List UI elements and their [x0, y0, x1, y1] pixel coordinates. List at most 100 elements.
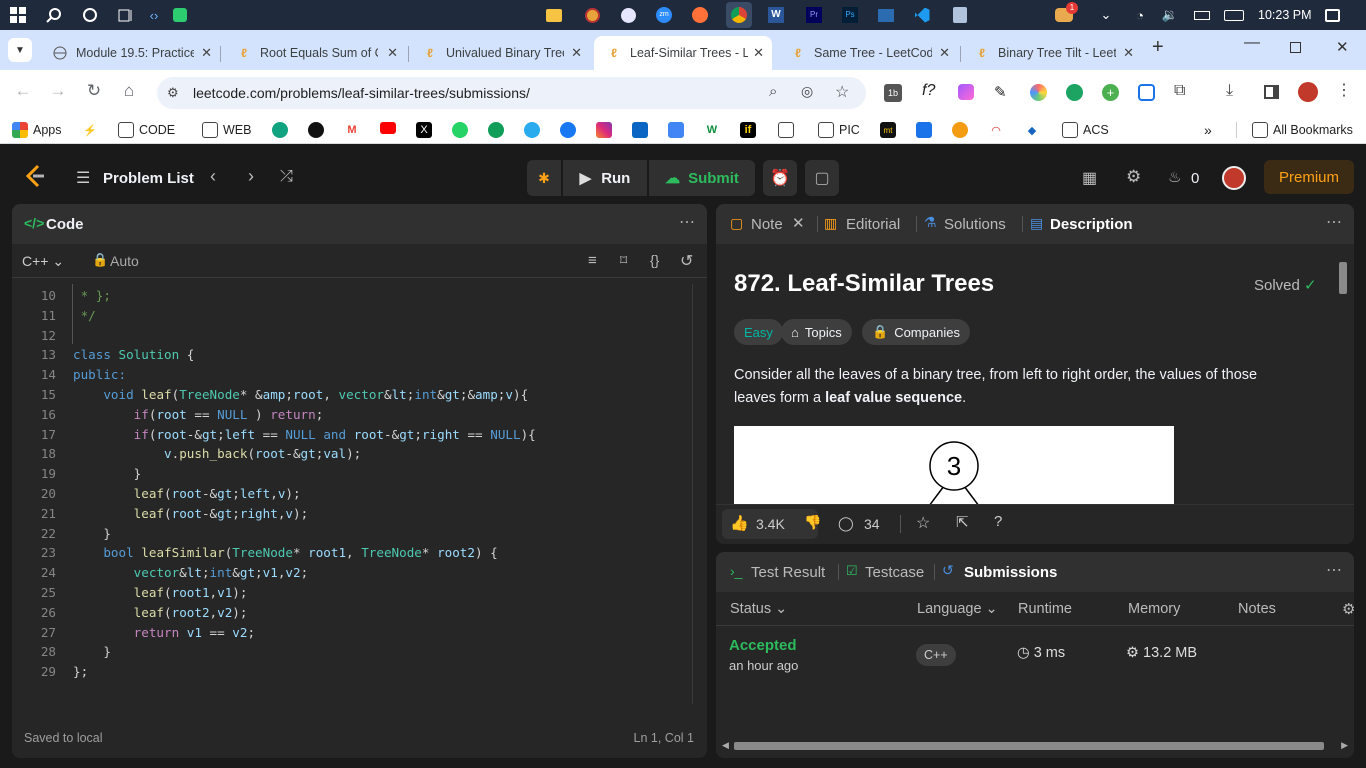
timer-icon[interactable]: ⏰: [763, 160, 797, 196]
taskbar-clock[interactable]: 10:23 PM: [1258, 8, 1312, 22]
next-problem-chevron-icon[interactable]: ›: [248, 166, 254, 187]
firefox-icon[interactable]: [690, 5, 710, 25]
code-line[interactable]: 17 if(root-&gt;left == NULL and root-&gt…: [12, 425, 536, 445]
tab-solutions[interactable]: Solutions: [944, 216, 1006, 233]
share-icon[interactable]: ⇱: [956, 513, 969, 531]
bookmark-apps[interactable]: Apps: [12, 122, 62, 138]
word-icon[interactable]: W: [766, 5, 786, 25]
more-options-icon[interactable]: ⋯: [1326, 560, 1342, 580]
profile-avatar[interactable]: [1298, 82, 1318, 102]
debug-bug-icon[interactable]: ✱: [527, 160, 561, 196]
column-settings-gear-icon[interactable]: ⚙: [1342, 600, 1354, 618]
settings-gear-icon[interactable]: ⚙: [1126, 167, 1141, 187]
premium-button[interactable]: Premium: [1264, 160, 1354, 194]
tab-root-equals-sum[interactable]: ℓ Root Equals Sum of C ✕: [224, 36, 406, 70]
submit-button[interactable]: ☁ Submit: [649, 160, 755, 196]
code-line[interactable]: 23 bool leafSimilar(TreeNode* root1, Tre…: [12, 543, 498, 563]
close-note-icon[interactable]: ✕: [792, 214, 805, 232]
bookmark-folder-pic[interactable]: PIC: [818, 122, 860, 138]
download-icon[interactable]: ⤓: [1226, 82, 1233, 100]
action-center-icon[interactable]: [1322, 5, 1342, 25]
formula-extension-icon[interactable]: f?: [922, 82, 935, 100]
bookmark-github[interactable]: [308, 122, 329, 138]
bookmark-folder-code[interactable]: CODE: [118, 122, 175, 138]
more-options-icon[interactable]: ⋯: [1326, 212, 1342, 232]
add-extension-icon[interactable]: +: [1102, 84, 1119, 101]
user-avatar[interactable]: [1222, 166, 1246, 190]
code-line[interactable]: 28 }: [12, 642, 111, 662]
tab-note[interactable]: Note: [751, 216, 783, 233]
tab-univalued-binary-tree[interactable]: ℓ Univalued Binary Tree ✕: [410, 36, 590, 70]
language-select[interactable]: C++ ⌄: [22, 253, 64, 270]
comment-icon[interactable]: ◯: [838, 515, 854, 532]
shuffle-icon[interactable]: ⤮: [280, 168, 293, 186]
file-explorer-icon[interactable]: [544, 5, 564, 25]
like-button[interactable]: 👍 3.4K 👎: [722, 509, 821, 539]
submission-status[interactable]: Accepted: [729, 637, 797, 654]
bookmark-facebook[interactable]: [560, 122, 581, 138]
bookmark-speed[interactable]: ◠: [988, 122, 1009, 138]
site-info-icon[interactable]: ⚙: [167, 85, 179, 101]
bookmark-linkedin[interactable]: [632, 122, 653, 138]
bookmark-translate[interactable]: [668, 122, 689, 138]
premiere-icon[interactable]: Pr: [804, 5, 824, 25]
bookmark-mail[interactable]: [916, 122, 937, 138]
code-line[interactable]: 19 }: [12, 464, 141, 484]
chevron-up-icon[interactable]: ⌄: [1096, 5, 1116, 25]
scroll-right-icon[interactable]: ▶: [1341, 740, 1348, 751]
side-panel-icon[interactable]: [1264, 85, 1279, 99]
bookmark-folder-web[interactable]: WEB: [202, 122, 251, 138]
bookmark-gmail[interactable]: M: [344, 122, 365, 138]
close-icon[interactable]: ✕: [571, 45, 582, 61]
app-target-icon[interactable]: [582, 5, 602, 25]
vscode-icon[interactable]: [912, 5, 932, 25]
more-bookmarks-chevron-icon[interactable]: »: [1204, 122, 1212, 138]
prev-problem-chevron-icon[interactable]: ‹: [210, 166, 216, 187]
code-line[interactable]: 15 void leaf(TreeNode* &amp;root, vector…: [12, 385, 528, 405]
back-arrow-icon[interactable]: ←: [12, 81, 34, 101]
color-extension-icon[interactable]: [1030, 84, 1047, 101]
code-line[interactable]: 22 }: [12, 524, 111, 544]
table-row[interactable]: Accepted an hour ago C++ ◷ 3 ms ⚙ 13.2 M…: [716, 628, 1354, 682]
bookmark-folder-blank[interactable]: [778, 122, 799, 138]
editor-scrollbar[interactable]: [692, 284, 702, 704]
layout-grid-icon[interactable]: ▦: [1082, 168, 1097, 188]
extension-1-icon[interactable]: 1b: [884, 84, 902, 102]
bookmark-icon-1[interactable]: ⚡: [82, 122, 103, 138]
bookmark-orange[interactable]: [952, 122, 973, 138]
close-icon[interactable]: ✕: [939, 45, 950, 61]
bookmark-if[interactable]: if: [740, 122, 761, 138]
thumbs-down-icon[interactable]: 👎: [804, 514, 821, 531]
extension-gradient-icon[interactable]: [958, 84, 974, 100]
home-icon[interactable]: ⌂: [118, 81, 140, 101]
tab-description[interactable]: Description: [1050, 216, 1133, 233]
windows-start-icon[interactable]: [8, 5, 28, 25]
format-lines-icon[interactable]: ≡: [588, 252, 597, 269]
address-bar[interactable]: ⚙ leetcode.com/problems/leaf-similar-tre…: [157, 77, 866, 109]
code-line[interactable]: 25 leaf(root1,v1);: [12, 583, 248, 603]
bookmark-diamond[interactable]: ◆: [1024, 122, 1045, 138]
powershell-icon[interactable]: [876, 5, 896, 25]
more-options-icon[interactable]: ⋯: [679, 212, 695, 232]
zoom-icon[interactable]: zm: [654, 5, 674, 25]
tab-test-result[interactable]: Test Result: [751, 564, 825, 581]
code-line[interactable]: 24 vector&lt;int&gt;v1,v2;: [12, 563, 308, 583]
wifi-icon[interactable]: ◔: [1130, 5, 1150, 25]
forward-arrow-icon[interactable]: →: [47, 81, 69, 101]
bookmark-w[interactable]: W: [704, 122, 725, 138]
description-scrollbar[interactable]: [1338, 248, 1348, 504]
bookmark-x[interactable]: X: [416, 122, 437, 138]
language-column-header[interactable]: Language ⌄: [917, 601, 998, 617]
bookmark-chatgpt[interactable]: [272, 122, 293, 138]
bookmark-instagram[interactable]: [596, 122, 617, 138]
bookmark-star-icon[interactable]: ☆: [835, 82, 849, 102]
zoom-magnifier-icon[interactable]: ⌕: [769, 83, 777, 100]
close-icon[interactable]: ✕: [201, 45, 212, 61]
bookmark-icon[interactable]: ⌑: [620, 252, 627, 269]
reset-code-icon[interactable]: ↺: [680, 251, 693, 271]
code-line[interactable]: 12: [12, 326, 56, 346]
code-line[interactable]: 20 leaf(root-&gt;left,v);: [12, 484, 301, 504]
list-icon[interactable]: ☰: [76, 168, 90, 188]
code-line[interactable]: 29};: [12, 662, 88, 682]
code-line[interactable]: 21 leaf(root-&gt;right,v);: [12, 504, 308, 524]
